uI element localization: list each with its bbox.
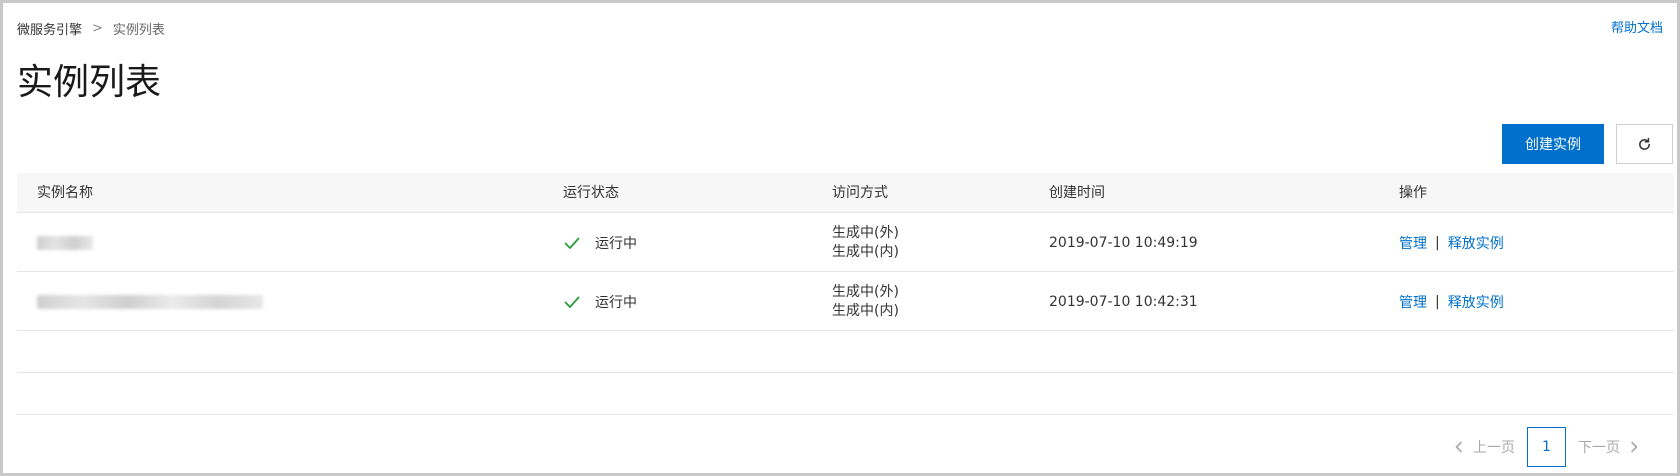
instance-name-redacted (37, 294, 263, 309)
breadcrumb-separator: > (92, 20, 103, 36)
column-header-actions: 操作 (1399, 185, 1427, 201)
access-internal: 生成中(内) (832, 302, 899, 319)
next-page-label: 下一页 (1578, 440, 1620, 456)
access-method: 生成中(外) 生成中(内) (832, 224, 899, 262)
refresh-button[interactable] (1616, 124, 1673, 164)
status-badge: 运行中 (563, 292, 637, 312)
column-header-status: 运行状态 (563, 185, 619, 201)
page-title: 实例列表 (17, 62, 162, 103)
table-row: 运行中 生成中(外) 生成中(内) 2019-07-10 10:49:19 管理… (17, 213, 1674, 272)
action-separator: | (1435, 234, 1440, 251)
instance-name-redacted (37, 235, 93, 250)
release-instance-link[interactable]: 释放实例 (1448, 233, 1504, 253)
breadcrumb-root-link[interactable]: 微服务引擎 (17, 19, 82, 38)
chevron-left-icon (1455, 441, 1462, 453)
page-number-button[interactable]: 1 (1527, 427, 1566, 467)
status-text: 运行中 (595, 235, 637, 252)
status-text: 运行中 (595, 294, 637, 311)
breadcrumb: 微服务引擎 > 实例列表 (17, 17, 165, 39)
column-header-access: 访问方式 (832, 185, 888, 201)
column-header-name: 实例名称 (37, 185, 93, 201)
row-actions: 管理 | 释放实例 (1399, 292, 1504, 312)
column-header-created: 创建时间 (1049, 185, 1105, 201)
create-instance-button[interactable]: 创建实例 (1502, 124, 1604, 164)
help-docs-link[interactable]: 帮助文档 (1611, 17, 1663, 36)
refresh-icon (1639, 137, 1650, 150)
prev-page-button[interactable]: 上一页 (1453, 437, 1515, 457)
breadcrumb-current: 实例列表 (112, 22, 165, 38)
pagination: 上一页 1 下一页 (1453, 427, 1640, 467)
release-instance-link[interactable]: 释放实例 (1448, 292, 1504, 312)
created-time: 2019-07-10 10:49:19 (1049, 234, 1198, 251)
instance-table: 实例名称 运行状态 访问方式 创建时间 操作 运行中 生成中(外) 生成中(内)… (17, 173, 1674, 415)
check-icon (564, 237, 580, 249)
table-row: 运行中 生成中(外) 生成中(内) 2019-07-10 10:42:31 管理… (17, 272, 1674, 331)
table-row-empty (17, 373, 1674, 415)
prev-page-label: 上一页 (1473, 440, 1515, 456)
access-internal: 生成中(内) (832, 243, 899, 260)
access-external: 生成中(外) (832, 224, 899, 241)
table-header: 实例名称 运行状态 访问方式 创建时间 操作 (17, 173, 1674, 213)
access-external: 生成中(外) (832, 283, 899, 300)
row-actions: 管理 | 释放实例 (1399, 233, 1504, 253)
check-icon (564, 296, 580, 308)
access-method: 生成中(外) 生成中(内) (832, 283, 899, 321)
chevron-right-icon (1631, 441, 1638, 453)
action-separator: | (1435, 293, 1440, 310)
page-frame: 微服务引擎 > 实例列表 帮助文档 实例列表 创建实例 实例名称 运行状态 访问… (0, 0, 1680, 476)
manage-link[interactable]: 管理 (1399, 292, 1427, 312)
next-page-button[interactable]: 下一页 (1578, 437, 1640, 457)
created-time: 2019-07-10 10:42:31 (1049, 293, 1198, 310)
manage-link[interactable]: 管理 (1399, 233, 1427, 253)
status-badge: 运行中 (563, 233, 637, 253)
table-row-empty (17, 331, 1674, 373)
